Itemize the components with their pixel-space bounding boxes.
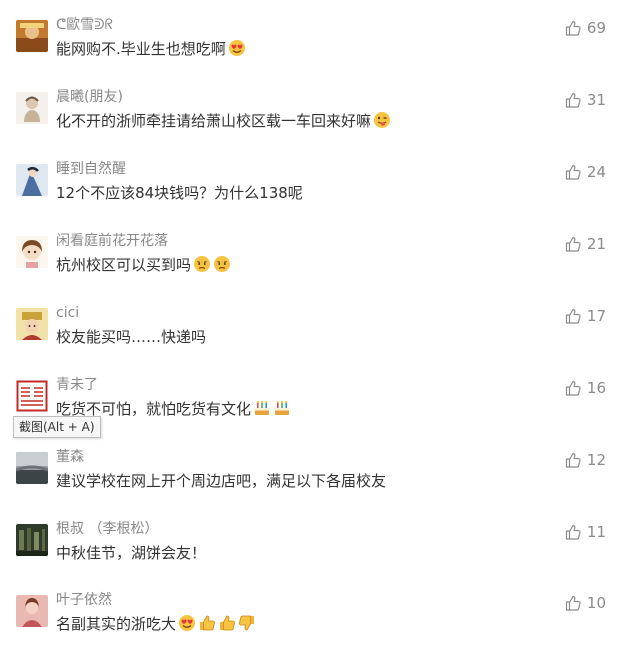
cake-emoji-icon [273, 399, 291, 417]
like-count: 16 [586, 379, 606, 397]
thumbs-up-emoji-icon [198, 614, 216, 632]
like-count: 69 [586, 19, 606, 37]
comment-text: 建议学校在网上开个周边店吧，满足以下各届校友 [56, 470, 386, 492]
heart-eyes-emoji-icon [228, 39, 246, 57]
commenter-name[interactable]: ᕦ歐雪ᕲᖇ [56, 16, 113, 34]
like-count: 11 [586, 523, 606, 541]
comment-text: 校友能买吗……快递吗 [56, 326, 206, 348]
comment-text-content: 能网购不.毕业生也想吃啊 [56, 40, 226, 58]
like-button[interactable]: 16 [565, 378, 606, 398]
thumbs-up-icon [565, 92, 581, 108]
thumbs-up-emoji-icon [218, 614, 236, 632]
comment-item: 董森 建议学校在网上开个周边店吧，满足以下各届校友 12 [0, 448, 622, 520]
cake-emoji-icon [253, 399, 271, 417]
like-count: 12 [586, 451, 606, 469]
avatar[interactable] [16, 595, 48, 627]
comment-item: 睡到自然醒 12个不应该84块钱吗？为什么138呢 24 [0, 160, 622, 232]
like-button[interactable]: 24 [565, 162, 606, 182]
avatar[interactable] [16, 92, 48, 124]
commenter-name[interactable]: 叶子依然 [56, 591, 112, 609]
sad-emoji-icon [213, 255, 231, 273]
thumbs-up-icon [565, 308, 581, 324]
heart-eyes-emoji-icon [178, 614, 196, 632]
avatar[interactable] [16, 20, 48, 52]
avatar[interactable] [16, 164, 48, 196]
comment-text-content: 化不开的浙师牵挂请给萧山校区载一车回来好嘛 [56, 112, 372, 130]
like-count: 10 [586, 594, 606, 612]
commenter-name[interactable]: 闲看庭前花开花落 [56, 232, 168, 250]
like-button[interactable]: 12 [565, 450, 606, 470]
avatar[interactable] [16, 236, 48, 268]
thumbs-up-icon [565, 524, 581, 540]
commenter-name[interactable]: 晨曦(朋友) [56, 88, 123, 106]
comment-item: 闲看庭前花开花落 杭州校区可以买到吗 21 [0, 232, 622, 304]
thumbs-up-icon [565, 452, 581, 468]
commenter-name[interactable]: 根叔 （李根松） [56, 520, 158, 538]
like-count: 21 [586, 235, 606, 253]
comment-text-content: 中秋佳节，湖饼会友！ [56, 544, 207, 562]
comment-text-content: 名副其实的浙吃大 [56, 615, 177, 633]
comment-item: cici 校友能买吗……快递吗 17 [0, 304, 622, 376]
like-button[interactable]: 11 [565, 522, 606, 542]
wink-tongue-emoji-icon [373, 111, 391, 129]
comment-text: 名副其实的浙吃大 [56, 613, 256, 635]
screenshot-tooltip: 截图(Alt + A) [13, 416, 101, 438]
like-button[interactable]: 69 [565, 18, 606, 38]
avatar[interactable] [16, 524, 48, 556]
like-button[interactable]: 17 [565, 306, 606, 326]
sad-emoji-icon [193, 255, 211, 273]
thumbs-up-icon [565, 164, 581, 180]
comment-text-content: 杭州校区可以买到吗 [56, 256, 192, 274]
avatar[interactable] [16, 308, 48, 340]
comment-text: 12个不应该84块钱吗？为什么138呢 [56, 182, 303, 204]
comment-text: 化不开的浙师牵挂请给萧山校区载一车回来好嘛 [56, 110, 391, 132]
comment-text-content: 建议学校在网上开个周边店吧，满足以下各届校友 [56, 472, 387, 490]
thumbs-up-icon [565, 380, 581, 396]
thumbs-up-icon [565, 20, 581, 36]
thumbs-up-icon [565, 236, 581, 252]
comment-text: 杭州校区可以买到吗 [56, 254, 231, 276]
like-count: 31 [586, 91, 606, 109]
like-button[interactable]: 21 [565, 234, 606, 254]
comment-text: 中秋佳节，湖饼会友！ [56, 542, 206, 564]
avatar[interactable] [16, 452, 48, 484]
thumbs-down-emoji-icon [238, 614, 256, 632]
commenter-name[interactable]: 董森 [56, 448, 84, 466]
comment-text: 能网购不.毕业生也想吃啊 [56, 38, 246, 60]
comment-text-content: 12个不应该84块钱吗？为什么138呢 [56, 184, 303, 202]
like-count: 17 [586, 307, 606, 325]
comment-item: ᕦ歐雪ᕲᖇ 能网购不.毕业生也想吃啊 69 [0, 16, 622, 88]
avatar[interactable] [16, 380, 48, 412]
commenter-name[interactable]: cici [56, 304, 79, 322]
comment-text-content: 校友能买吗……快递吗 [56, 328, 207, 346]
like-count: 24 [586, 163, 606, 181]
like-button[interactable]: 10 [565, 593, 606, 613]
thumbs-up-icon [565, 595, 581, 611]
comment-item: 叶子依然 名副其实的浙吃大 10 [0, 591, 622, 663]
commenter-name[interactable]: 青未了 [56, 376, 98, 394]
comment-item: 根叔 （李根松） 中秋佳节，湖饼会友！ 11 [0, 520, 622, 592]
like-button[interactable]: 31 [565, 90, 606, 110]
comment-item: 晨曦(朋友) 化不开的浙师牵挂请给萧山校区载一车回来好嘛 31 [0, 88, 622, 160]
commenter-name[interactable]: 睡到自然醒 [56, 160, 126, 178]
